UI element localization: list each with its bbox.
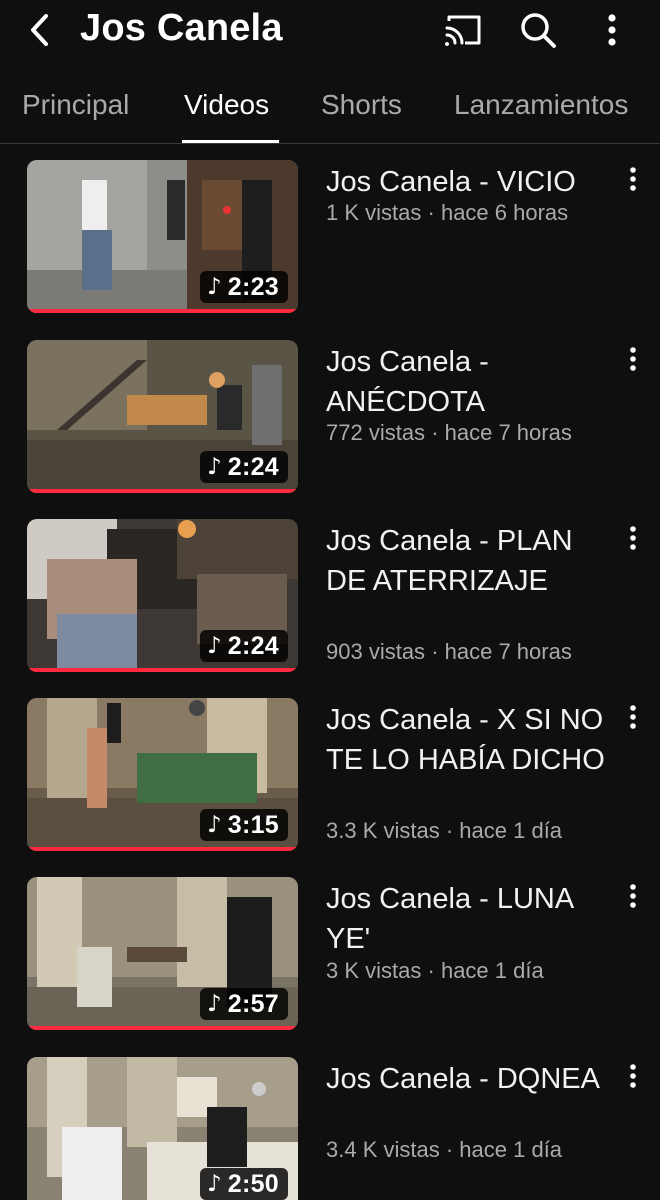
video-thumbnail[interactable]: ♪ 2:24 [27, 340, 298, 493]
video-menu-button[interactable] [616, 1059, 650, 1093]
tab-lanzamientos[interactable]: Lanzamientos [454, 86, 628, 124]
video-title[interactable]: Jos Canela - X SI NO TE LO HABÍA DICHO [326, 700, 616, 780]
view-count: 1 K vistas [326, 200, 422, 225]
meta-separator: · [427, 958, 435, 983]
video-thumbnail[interactable]: ♪ 2:57 [27, 877, 298, 1030]
more-vertical-icon [608, 14, 616, 46]
video-item[interactable]: ♪ 2:57 Jos Canela - LUNA YE' 3 K vistas … [0, 877, 660, 1047]
more-vertical-icon [630, 705, 636, 729]
upload-age: hace 6 horas [440, 200, 569, 225]
video-menu-button[interactable] [616, 700, 650, 734]
more-vertical-icon [630, 347, 636, 371]
duration-badge: ♪ 2:24 [200, 451, 288, 483]
meta-separator: · [431, 420, 439, 445]
video-title[interactable]: Jos Canela - ANÉCDOTA [326, 342, 616, 422]
search-button[interactable] [516, 8, 560, 52]
video-metadata: 3.3 K vistas · hace 1 día [326, 818, 562, 844]
view-count: 903 vistas [326, 639, 426, 664]
tab-principal[interactable]: Principal [22, 86, 129, 124]
more-options-button[interactable] [590, 8, 634, 52]
upload-age: hace 1 día [440, 958, 544, 983]
channel-tabs: Principal Videos Shorts Lanzamientos [0, 78, 660, 144]
video-title[interactable]: Jos Canela - LUNA YE' [326, 879, 616, 959]
back-button[interactable] [20, 10, 60, 50]
video-menu-button[interactable] [616, 342, 650, 376]
video-duration: 2:24 [227, 631, 279, 660]
duration-badge: ♪ 3:15 [200, 809, 288, 841]
meta-separator: · [445, 1137, 454, 1162]
video-metadata: 3.4 K vistas · hace 1 día [326, 1137, 562, 1163]
video-menu-button[interactable] [616, 521, 650, 555]
video-duration: 3:15 [227, 810, 279, 839]
video-duration: 2:57 [227, 989, 279, 1018]
video-menu-button[interactable] [616, 162, 650, 196]
meta-separator: · [427, 200, 435, 225]
music-note-icon: ♪ [207, 1170, 222, 1197]
upload-age: hace 7 horas [444, 639, 572, 664]
view-count: 3.3 K vistas [326, 818, 440, 843]
video-thumbnail[interactable]: ♪ 3:15 [27, 698, 298, 851]
video-title[interactable]: Jos Canela - DQNEA [326, 1059, 616, 1099]
watch-progress-bar [27, 1026, 298, 1030]
upload-age: hace 1 día [459, 1137, 563, 1162]
video-thumbnail[interactable]: ♪ 2:23 [27, 160, 298, 313]
more-vertical-icon [630, 167, 636, 191]
cast-button[interactable] [441, 8, 485, 52]
video-duration: 2:23 [227, 272, 279, 301]
meta-separator: · [431, 639, 439, 664]
view-count: 772 vistas [326, 420, 426, 445]
video-item[interactable]: ♪ 2:23 Jos Canela - VICIO 1 K vistas · h… [0, 160, 660, 330]
duration-badge: ♪ 2:24 [200, 630, 288, 662]
video-menu-button[interactable] [616, 879, 650, 913]
music-note-icon: ♪ [207, 453, 222, 480]
video-metadata: 772 vistas · hace 7 horas [326, 420, 572, 446]
upload-age: hace 1 día [459, 818, 563, 843]
duration-badge: ♪ 2:23 [200, 271, 288, 303]
video-item[interactable]: ♪ 2:50 Jos Canela - DQNEA 3.4 K vistas ·… [0, 1057, 660, 1200]
video-title[interactable]: Jos Canela - PLAN DE ATERRIZAJE [326, 521, 616, 601]
tab-shorts[interactable]: Shorts [321, 86, 402, 124]
tab-videos[interactable]: Videos [184, 86, 269, 124]
video-thumbnail[interactable]: ♪ 2:50 [27, 1057, 298, 1200]
cast-icon [445, 15, 481, 46]
view-count: 3.4 K vistas [326, 1137, 440, 1162]
back-arrow-icon [31, 14, 48, 46]
watch-progress-bar [27, 489, 298, 493]
search-icon [521, 13, 556, 48]
music-note-icon: ♪ [207, 273, 222, 300]
video-item[interactable]: ♪ 2:24 Jos Canela - ANÉCDOTA 772 vistas … [0, 340, 660, 510]
watch-progress-bar [27, 668, 298, 672]
more-vertical-icon [630, 526, 636, 550]
duration-badge: ♪ 2:57 [200, 988, 288, 1020]
more-vertical-icon [630, 884, 636, 908]
meta-separator: · [445, 818, 454, 843]
video-title[interactable]: Jos Canela - VICIO [326, 162, 616, 202]
video-metadata: 3 K vistas · hace 1 día [326, 958, 544, 984]
music-note-icon: ♪ [207, 811, 222, 838]
music-note-icon: ♪ [207, 990, 222, 1017]
app-header: Jos Canela [0, 0, 660, 62]
music-note-icon: ♪ [207, 632, 222, 659]
duration-badge: ♪ 2:50 [200, 1168, 288, 1200]
channel-title: Jos Canela [80, 7, 283, 49]
video-metadata: 903 vistas · hace 7 horas [326, 639, 572, 665]
video-thumbnail[interactable]: ♪ 2:24 [27, 519, 298, 672]
video-duration: 2:24 [227, 452, 279, 481]
video-duration: 2:50 [227, 1169, 279, 1198]
watch-progress-bar [27, 309, 298, 313]
more-vertical-icon [630, 1064, 636, 1088]
upload-age: hace 7 horas [444, 420, 572, 445]
view-count: 3 K vistas [326, 958, 422, 983]
watch-progress-bar [27, 847, 298, 851]
video-item[interactable]: ♪ 2:24 Jos Canela - PLAN DE ATERRIZAJE 9… [0, 519, 660, 689]
video-metadata: 1 K vistas · hace 6 horas [326, 200, 568, 226]
active-tab-indicator [182, 140, 279, 143]
video-item[interactable]: ♪ 3:15 Jos Canela - X SI NO TE LO HABÍA … [0, 698, 660, 868]
